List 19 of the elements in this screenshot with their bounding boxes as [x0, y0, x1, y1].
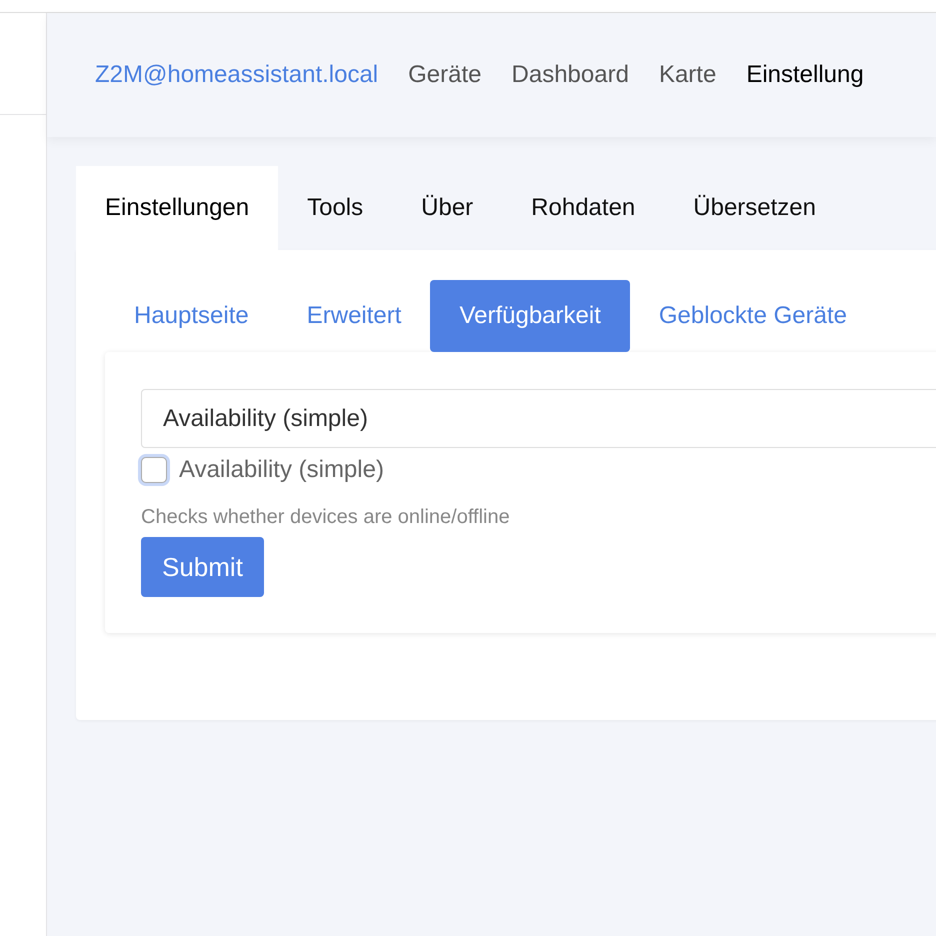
sub-tab[interactable]: Erweitert: [278, 280, 430, 352]
nav-link[interactable]: Geräte: [393, 61, 497, 89]
checkbox-label: Availability (simple): [179, 456, 384, 484]
tab[interactable]: Tools: [278, 166, 392, 250]
checkbox[interactable]: [141, 457, 167, 483]
tab[interactable]: Übersetzen: [664, 166, 845, 250]
nav-link[interactable]: Karte: [644, 61, 732, 89]
sub-tab[interactable]: Hauptseite: [105, 280, 278, 352]
select-field[interactable]: Availability (simple): [141, 389, 936, 448]
tab[interactable]: Einstellungen: [76, 166, 278, 250]
brand-link[interactable]: Z2M@homeassistant.local: [80, 61, 394, 89]
nav-link[interactable]: Einstellung: [731, 61, 879, 89]
nav-link[interactable]: Dashboard: [496, 61, 644, 89]
submit-button[interactable]: Submit: [141, 537, 264, 597]
tab[interactable]: Über: [392, 166, 502, 250]
tab[interactable]: Rohdaten: [502, 166, 664, 250]
sub-tab[interactable]: Verfügbarkeit: [430, 280, 630, 352]
help-text: Checks whether devices are online/offline: [141, 506, 511, 529]
sub-tab[interactable]: Geblockte Geräte: [630, 280, 876, 352]
